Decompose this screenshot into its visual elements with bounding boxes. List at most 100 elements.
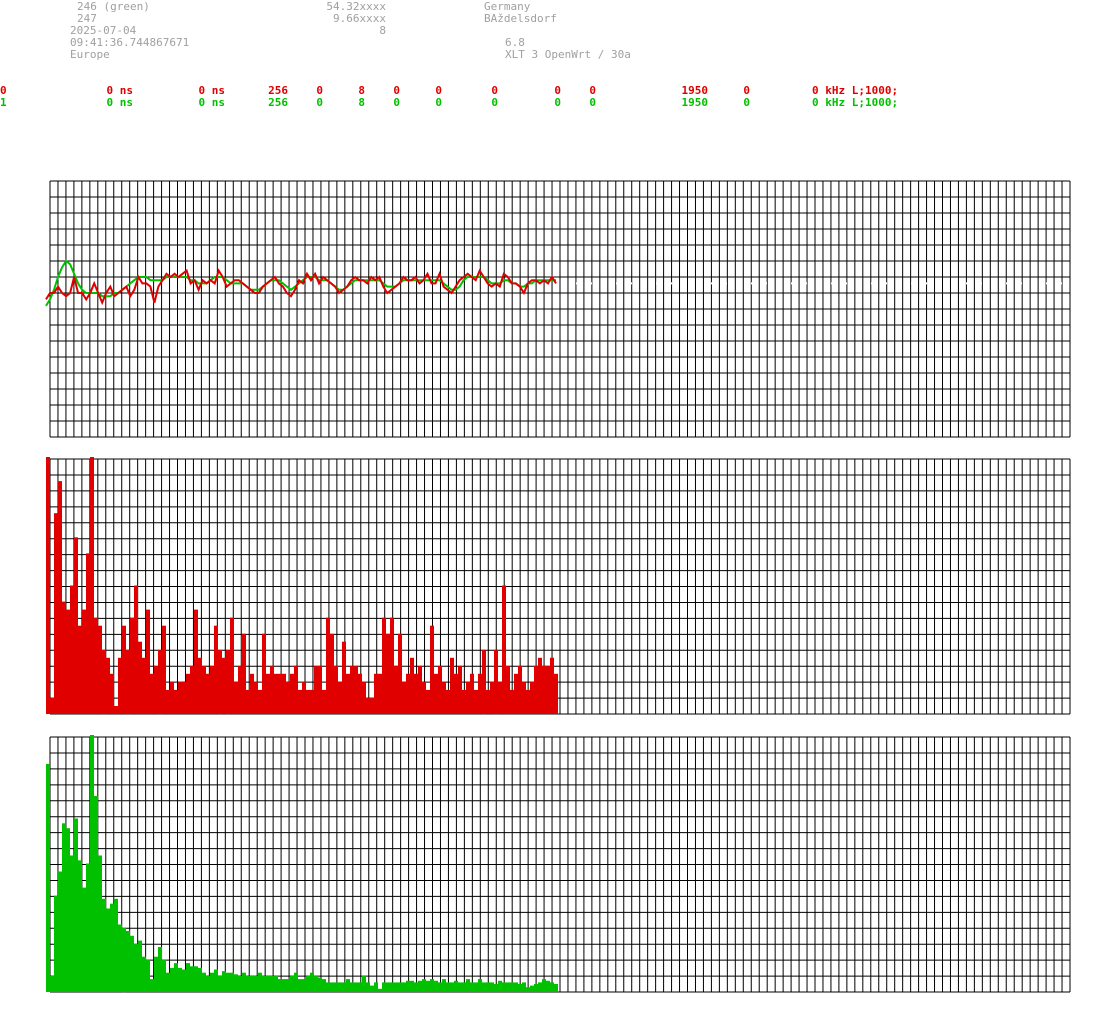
- green-trace: [45, 259, 556, 307]
- green-bar: [334, 982, 338, 992]
- green-bar: [286, 979, 290, 992]
- green-bar: [238, 975, 242, 992]
- red-bar: [274, 673, 278, 714]
- red-bar: [142, 657, 146, 714]
- green-bar: [514, 982, 518, 992]
- green-bar: [410, 980, 414, 992]
- red-bar: [110, 673, 114, 714]
- red-bar: [170, 681, 174, 714]
- red-bar: [78, 625, 82, 714]
- red-bar: [330, 633, 334, 714]
- green-bar: [258, 972, 262, 992]
- grid: [49, 736, 1071, 993]
- green-bar: [82, 887, 86, 992]
- red-bar: [490, 681, 494, 714]
- red-bar: [502, 585, 506, 714]
- red-bar: [362, 681, 366, 714]
- red-bar: [470, 673, 474, 714]
- green-bar: [290, 975, 294, 992]
- green-bar: [462, 982, 466, 992]
- green-bar: [62, 823, 66, 992]
- green-bar: [154, 956, 158, 992]
- green-bar: [438, 982, 442, 992]
- red-bar: [206, 673, 210, 714]
- red-bar: [126, 649, 130, 715]
- green-bar: [78, 860, 82, 992]
- red-bar: [426, 689, 430, 714]
- red-bar: [258, 689, 262, 714]
- red-bars: [46, 457, 558, 715]
- green-bar: [170, 967, 174, 992]
- green-bar: [234, 974, 238, 992]
- green-bar: [534, 984, 538, 992]
- green-bar: [386, 982, 390, 992]
- red-bar: [162, 625, 166, 714]
- red-bar: [246, 689, 250, 714]
- green-bar: [66, 828, 70, 992]
- red-bar: [538, 657, 542, 714]
- green-bar: [274, 975, 278, 992]
- green-bar: [138, 940, 142, 992]
- red-bar: [394, 665, 398, 714]
- green-bar: [530, 985, 534, 992]
- red-bar: [222, 657, 226, 714]
- red-bar: [542, 665, 546, 714]
- green-bar: [74, 818, 78, 992]
- red-bar: [250, 673, 254, 714]
- green-bar: [246, 975, 250, 992]
- red-bar: [410, 657, 414, 714]
- green-bar: [58, 871, 62, 992]
- green-bar: [394, 982, 398, 992]
- red-bar: [326, 617, 330, 714]
- green-bar: [354, 982, 358, 992]
- green-bars: [46, 735, 558, 993]
- red-bar: [62, 601, 66, 714]
- red-bar: [354, 665, 358, 714]
- green-bar: [150, 979, 154, 992]
- green-bar: [94, 796, 98, 992]
- green-bar: [294, 972, 298, 992]
- red-bar: [262, 633, 266, 714]
- red-bar: [442, 681, 446, 714]
- green-bar: [266, 975, 270, 992]
- green-bar: [118, 924, 122, 992]
- green-bar: [194, 966, 198, 992]
- green-bar: [214, 969, 218, 992]
- green-bar: [86, 863, 90, 992]
- green-bar: [454, 980, 458, 992]
- green-bar: [142, 956, 146, 992]
- red-bar: [202, 665, 206, 714]
- green-bar: [70, 855, 74, 992]
- red-bar: [414, 673, 418, 714]
- green-bar: [174, 963, 178, 992]
- green-bar: [102, 898, 106, 992]
- green-bar: [178, 967, 182, 992]
- red-bar: [182, 681, 186, 714]
- green-bar: [378, 988, 382, 992]
- red-bar: [198, 657, 202, 714]
- red-bar: [70, 585, 74, 714]
- red-bar: [434, 673, 438, 714]
- red-bar: [174, 689, 178, 714]
- red-bar: [474, 689, 478, 714]
- green-bar: [278, 979, 282, 992]
- red-bar: [546, 665, 550, 714]
- red-bar: [106, 657, 110, 714]
- red-bar: [166, 689, 170, 714]
- green-bar: [134, 943, 138, 992]
- green-bar: [554, 984, 558, 992]
- green-bar: [490, 982, 494, 992]
- red-bar: [134, 585, 138, 714]
- green-bar: [498, 980, 502, 992]
- green-bar: [198, 967, 202, 992]
- green-bar: [402, 982, 406, 992]
- red-bar: [306, 689, 310, 714]
- red-bar: [450, 657, 454, 714]
- green-bar: [106, 908, 110, 992]
- red-bar: [294, 665, 298, 714]
- red-bar: [254, 681, 258, 714]
- green-bar: [350, 982, 354, 992]
- red-bar: [382, 617, 386, 714]
- green-bar: [90, 735, 94, 992]
- red-bar: [334, 665, 338, 714]
